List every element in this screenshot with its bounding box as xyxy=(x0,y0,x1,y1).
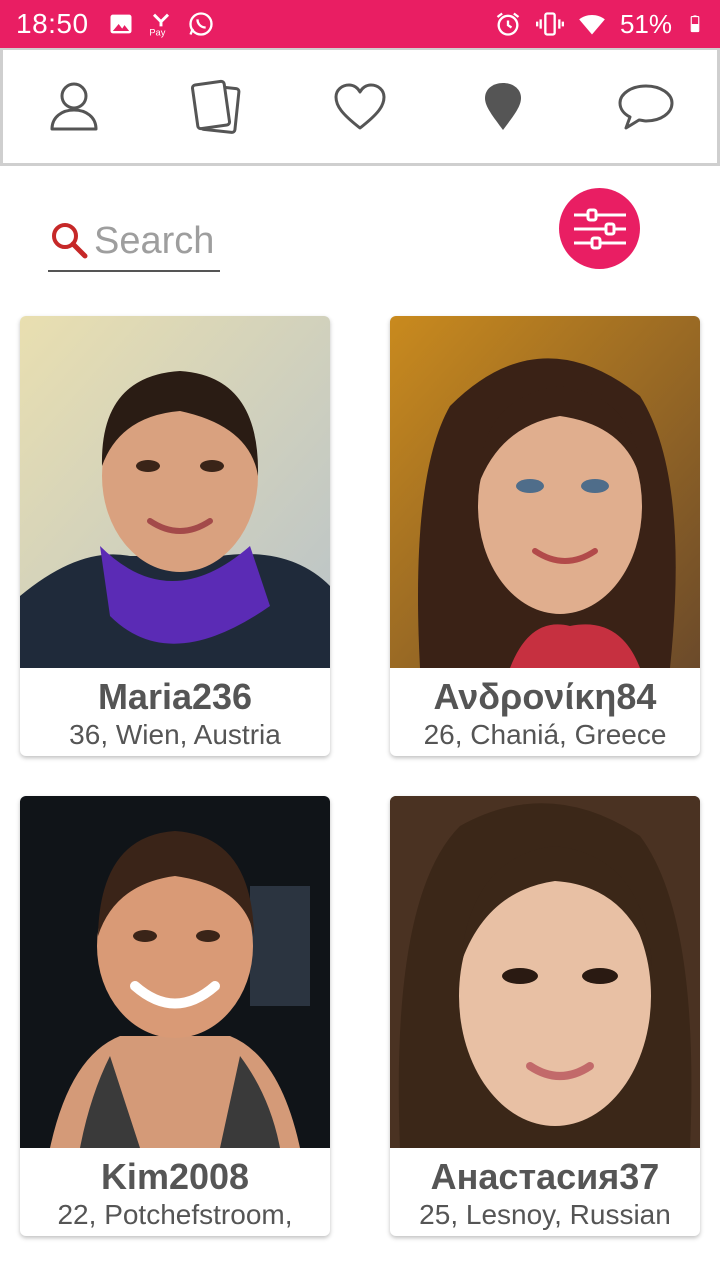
status-bar: 18:50 Pay 51% xyxy=(0,0,720,48)
nav-cards[interactable] xyxy=(181,71,253,143)
profile-details: 26, Chaniá, Greece xyxy=(423,719,667,750)
status-right-icons: 51% xyxy=(494,9,704,40)
sliders-icon xyxy=(573,208,626,249)
status-time: 18:50 xyxy=(16,8,89,39)
filter-button[interactable] xyxy=(559,188,640,269)
profile-details: 22, Potchefstroom, xyxy=(57,1199,293,1230)
profile-card[interactable]: Ανδρονίκη84 26, Chaniá, Greece xyxy=(390,316,700,756)
profile-card[interactable]: Kim2008 22, Potchefstroom, xyxy=(20,796,330,1236)
profile-photo xyxy=(390,796,700,1148)
profile-name: Maria236 xyxy=(97,676,253,717)
vibrate-icon xyxy=(535,12,564,36)
status-left-icons: Pay xyxy=(107,10,215,38)
profile-icon xyxy=(50,82,98,130)
battery-percentage: 51% xyxy=(619,8,672,39)
nav-messages[interactable] xyxy=(610,71,682,143)
profile-name: Kim2008 xyxy=(100,1156,250,1197)
profile-details: 36, Wien, Austria xyxy=(69,719,281,750)
alarm-icon xyxy=(496,12,520,36)
nav-profile[interactable] xyxy=(38,71,110,143)
top-navigation xyxy=(0,48,720,166)
profile-name: Анастасия37 xyxy=(430,1156,660,1197)
profile-details: 25, Lesnoy, Russian xyxy=(419,1199,671,1230)
profile-card[interactable]: Анастасия37 25, Lesnoy, Russian xyxy=(390,796,700,1236)
location-pin-icon xyxy=(484,82,521,130)
search-icon xyxy=(52,223,88,259)
whatsapp-icon xyxy=(188,12,213,36)
heart-icon xyxy=(334,83,386,129)
svg-text:Pay: Pay xyxy=(149,28,165,38)
chat-bubble-icon xyxy=(618,84,674,129)
profile-card[interactable]: Maria236 36, Wien, Austria xyxy=(20,316,330,756)
profile-name: Ανδρονίκη84 xyxy=(433,676,657,717)
nav-nearby[interactable] xyxy=(467,71,539,143)
cards-icon xyxy=(191,79,241,134)
profile-photo xyxy=(390,316,700,668)
nav-likes[interactable] xyxy=(324,71,396,143)
search-input[interactable] xyxy=(94,219,218,263)
image-icon xyxy=(110,14,132,34)
profile-photo xyxy=(20,796,330,1148)
battery-icon xyxy=(690,15,700,33)
wifi-icon xyxy=(579,14,605,35)
profile-photo xyxy=(20,316,330,668)
search-bar xyxy=(48,212,220,272)
pay-icon: Pay xyxy=(149,13,169,38)
